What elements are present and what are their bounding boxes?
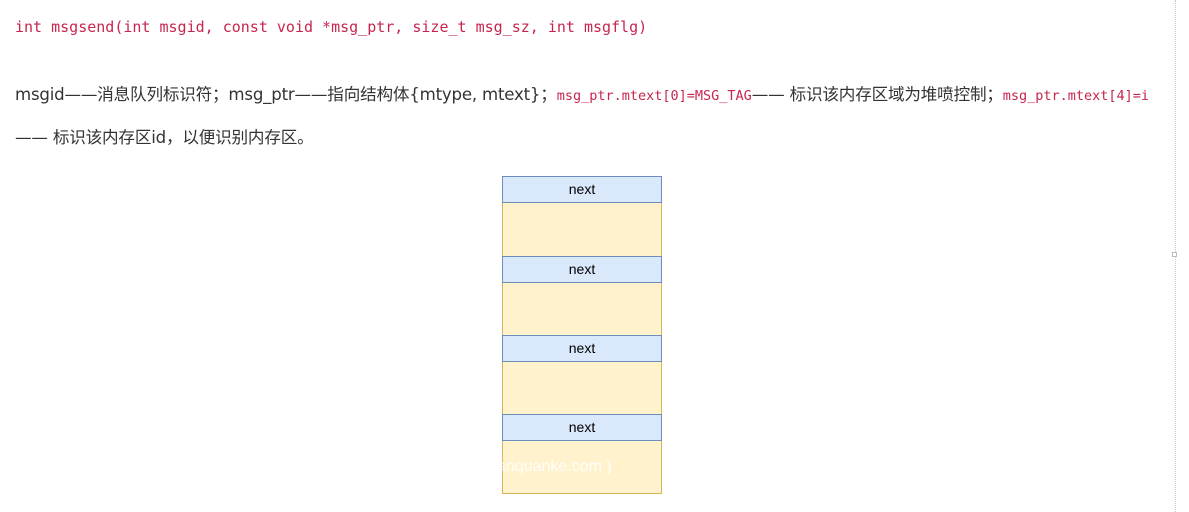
msg-list-diagram: next next next next xyxy=(502,176,662,494)
message-body-cell-2 xyxy=(502,283,662,336)
function-signature-code: int msgsend(int msgid, const void *msg_p… xyxy=(15,18,648,36)
watermark-text: anquanke.com ) xyxy=(497,458,612,475)
paragraph-text-1: msgid——消息队列标识符；msg_ptr——指向结构体{mtype, mte… xyxy=(15,85,557,104)
inline-code-mtext4: msg_ptr.mtext[4]=i xyxy=(1002,88,1150,104)
message-body-cell-1 xyxy=(502,203,662,256)
next-pointer-cell-3: next xyxy=(502,335,662,362)
description-paragraph: msgid——消息队列标识符；msg_ptr——指向结构体{mtype, mte… xyxy=(15,74,1165,159)
scrollbar-handle[interactable] xyxy=(1172,252,1177,257)
paragraph-text-3: —— 标识该内存区id，以便识别内存区。 xyxy=(15,128,314,147)
paragraph-text-2: —— 标识该内存区域为堆喷控制； xyxy=(751,85,1003,104)
next-pointer-cell-4: next xyxy=(502,414,662,441)
article-content: int msgsend(int msgid, const void *msg_p… xyxy=(0,0,1170,512)
message-body-cell-3 xyxy=(502,362,662,415)
next-pointer-cell-1: next xyxy=(502,176,662,203)
next-pointer-cell-2: next xyxy=(502,256,662,283)
inline-code-mtext0: msg_ptr.mtext[0]=MSG_TAG xyxy=(556,88,752,104)
